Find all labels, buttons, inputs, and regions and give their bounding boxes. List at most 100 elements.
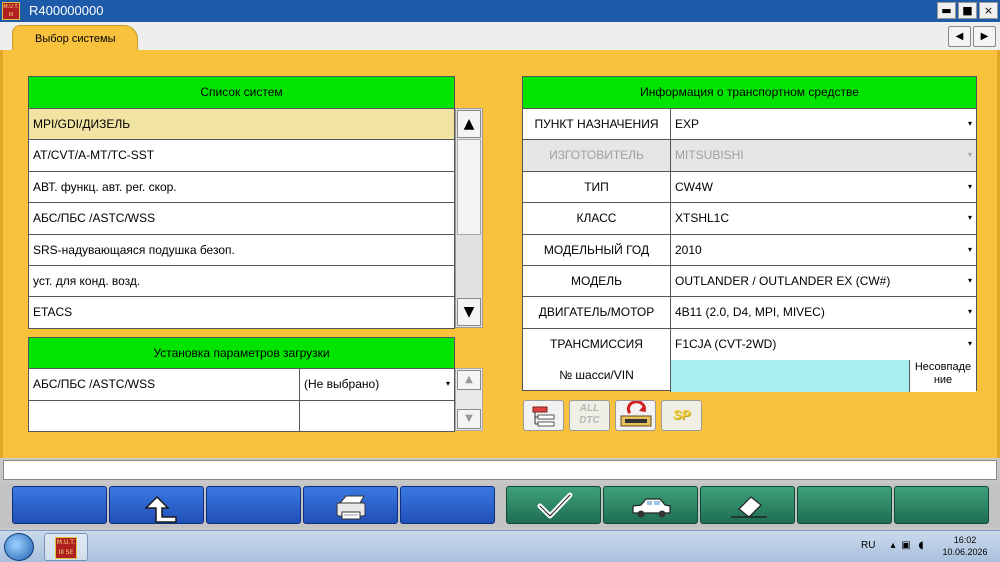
tray-arrow-icon[interactable]: ▴ xyxy=(887,540,899,552)
vehicle-info-value: F1CJA (CVT-2WD) xyxy=(675,336,777,351)
vehicle-info-row: МОДЕЛЬ OUTLANDER / OUTLANDER EX (CW#) ▾ xyxy=(523,265,976,298)
dropdown-arrow-icon[interactable]: ▾ xyxy=(446,369,450,399)
title-bar: M.U.T. III R400000000 ▬ ■ × xyxy=(0,0,1000,22)
dropdown-arrow-icon[interactable]: ▾ xyxy=(968,109,972,139)
load-params-row[interactable] xyxy=(29,400,454,433)
func-button-10[interactable] xyxy=(894,486,989,524)
clock[interactable]: 16:02 10.06.2026 xyxy=(935,534,995,558)
vehicle-info-select[interactable]: EXP ▾ xyxy=(671,109,976,139)
minimize-button[interactable]: ▬ xyxy=(937,2,956,19)
vehicle-info-value: 4B11 (2.0, D4, MPI, MIVEC) xyxy=(675,305,825,320)
vehicle-info-row: МОДЕЛЬНЫЙ ГОД 2010 ▾ xyxy=(523,234,976,266)
language-indicator[interactable]: RU xyxy=(861,540,875,551)
workspace: Список систем MPI/GDI/ДИЗЕЛЬ AT/CVT/A-MT/… xyxy=(0,50,1000,458)
network-icon[interactable]: ▣ xyxy=(900,540,912,552)
system-list: MPI/GDI/ДИЗЕЛЬ AT/CVT/A-MT/TC-SST АВТ. фун… xyxy=(29,109,454,329)
taskbar: M.U.T. III SE RU ▴ ▣ ◖ 16:02 10.06.2026 xyxy=(0,530,1000,562)
system-tree-button[interactable] xyxy=(523,400,564,431)
system-tree-icon xyxy=(532,406,555,427)
system-list-item[interactable]: MPI/GDI/ДИЗЕЛЬ xyxy=(29,109,454,141)
load-params-system xyxy=(29,400,300,432)
taskbar-app-item[interactable]: M.U.T. III SE xyxy=(44,533,88,561)
load-params-select[interactable] xyxy=(300,401,454,433)
start-button[interactable] xyxy=(4,533,34,561)
checkmark-icon xyxy=(537,492,573,519)
volume-icon[interactable]: ◖ xyxy=(915,540,927,552)
all-dtc-button[interactable]: ALL DTC xyxy=(569,400,610,431)
vehicle-info-panel: Информация о транспортном средстве ПУНКТ… xyxy=(522,76,977,392)
vin-status-line: Несовпаде xyxy=(914,361,972,374)
vin-status-line: ние xyxy=(933,374,953,387)
vehicle-info-row: ПУНКТ НАЗНАЧЕНИЯ EXP ▾ xyxy=(523,109,976,141)
eraser-icon xyxy=(731,496,767,518)
scroll-down-button[interactable]: ▼ xyxy=(457,409,481,429)
all-dtc-line: ALL xyxy=(579,403,600,414)
vehicle-info-select: MITSUBISHI ▾ xyxy=(671,140,976,171)
vehicle-info-value: EXP xyxy=(675,117,700,131)
nav-back-button[interactable]: ◀ xyxy=(948,26,971,47)
app-logo: M.U.T. III xyxy=(2,2,20,20)
vehicle-info-select[interactable]: F1CJA (CVT-2WD) ▾ xyxy=(671,329,976,360)
dropdown-arrow-icon[interactable]: ▾ xyxy=(968,297,972,327)
func-button-ok[interactable] xyxy=(506,486,601,524)
dropdown-arrow-icon[interactable]: ▾ xyxy=(968,266,972,296)
dropdown-arrow-icon[interactable]: ▾ xyxy=(968,203,972,233)
system-list-item[interactable]: AT/CVT/A-MT/TC-SST xyxy=(29,140,454,172)
vehicle-info-select[interactable]: OUTLANDER / OUTLANDER EX (CW#) ▾ xyxy=(671,266,976,296)
scroll-up-button[interactable]: ▲ xyxy=(457,370,481,390)
dropdown-arrow-icon[interactable]: ▾ xyxy=(968,172,972,202)
load-params-value: (Не выбрано) xyxy=(304,377,380,391)
load-params-select[interactable]: (Не выбрано) ▾ xyxy=(300,369,454,400)
system-list-item[interactable]: АВТ. функц. авт. рег. скор. xyxy=(29,172,454,204)
scroll-down-button[interactable]: ▼ xyxy=(457,298,481,326)
func-button-up[interactable] xyxy=(109,486,204,524)
all-dtc-icon: ALL DTC xyxy=(570,403,609,427)
func-button-erase[interactable] xyxy=(700,486,795,524)
vehicle-info-label: ТРАНСМИССИЯ xyxy=(523,328,671,361)
close-button[interactable]: × xyxy=(979,2,998,19)
system-list-item[interactable]: АБС/ПБС /ASTC/WSS xyxy=(29,203,454,235)
func-button-9[interactable] xyxy=(797,486,892,524)
vehicle-info-row: ТРАНСМИССИЯ F1CJA (CVT-2WD) ▾ xyxy=(523,328,976,361)
vehicle-info-label: МОДЕЛЬ xyxy=(523,265,671,297)
load-params-panel: Установка параметров загрузки АБС/ПБС /A… xyxy=(28,337,455,432)
function-button-bar xyxy=(0,484,1000,528)
load-params-row[interactable]: АБС/ПБС /ASTC/WSS (Не выбрано) ▾ xyxy=(29,369,454,401)
vehicle-info-select[interactable]: XTSHL1C ▾ xyxy=(671,203,976,233)
ecu-refresh-button[interactable] xyxy=(615,400,656,431)
func-button-3[interactable] xyxy=(206,486,301,524)
load-params-scrollbar[interactable]: ▲ ▼ xyxy=(455,368,483,431)
vehicle-info-rows: ПУНКТ НАЗНАЧЕНИЯ EXP ▾ ИЗГОТОВИТЕЛЬ MITSUBIS… xyxy=(523,109,976,361)
scroll-up-button[interactable]: ▲ xyxy=(457,110,481,138)
vehicle-info-label: ТИП xyxy=(523,171,671,203)
vin-row: № шасси/VIN Несовпаде ние xyxy=(523,360,976,392)
all-dtc-line: DTC xyxy=(579,415,600,426)
vin-label: № шасси/VIN xyxy=(523,360,671,392)
vin-field[interactable]: Несовпаде ние xyxy=(671,360,976,392)
func-button-print[interactable] xyxy=(303,486,398,524)
func-button-vehicle[interactable] xyxy=(603,486,698,524)
scroll-thumb[interactable] xyxy=(457,139,481,235)
vehicle-info-select[interactable]: 4B11 (2.0, D4, MPI, MIVEC) ▾ xyxy=(671,297,976,327)
up-arrow-icon xyxy=(144,495,177,523)
vehicle-info-select[interactable]: 2010 ▾ xyxy=(671,235,976,265)
dropdown-arrow-icon[interactable]: ▾ xyxy=(968,235,972,265)
nav-forward-button[interactable]: ▶ xyxy=(973,26,996,47)
vin-status: Несовпаде ние xyxy=(909,360,976,392)
system-list-item[interactable]: ETACS xyxy=(29,297,454,328)
system-list-item[interactable]: SRS-надувающаяся подушка безоп. xyxy=(29,235,454,266)
func-button-5[interactable] xyxy=(400,486,495,524)
system-list-item[interactable]: уст. для конд. возд. xyxy=(29,266,454,298)
ecu-refresh-icon xyxy=(620,400,652,427)
dropdown-arrow-icon[interactable]: ▾ xyxy=(968,329,972,359)
load-params-header: Установка параметров загрузки xyxy=(29,338,454,369)
tab-system-selection[interactable]: Выбор системы xyxy=(12,25,138,50)
vin-input[interactable] xyxy=(671,360,909,391)
maximize-button[interactable]: ■ xyxy=(958,2,977,19)
system-list-scrollbar[interactable]: ▲ ▼ xyxy=(455,108,483,328)
vehicle-info-value: XTSHL1C xyxy=(675,211,730,226)
tab-strip: Выбор системы ◀ ▶ xyxy=(0,22,1000,50)
func-button-1[interactable] xyxy=(12,486,107,524)
sp-button[interactable]: SP xyxy=(661,400,702,431)
vehicle-info-select[interactable]: CW4W ▾ xyxy=(671,172,976,202)
